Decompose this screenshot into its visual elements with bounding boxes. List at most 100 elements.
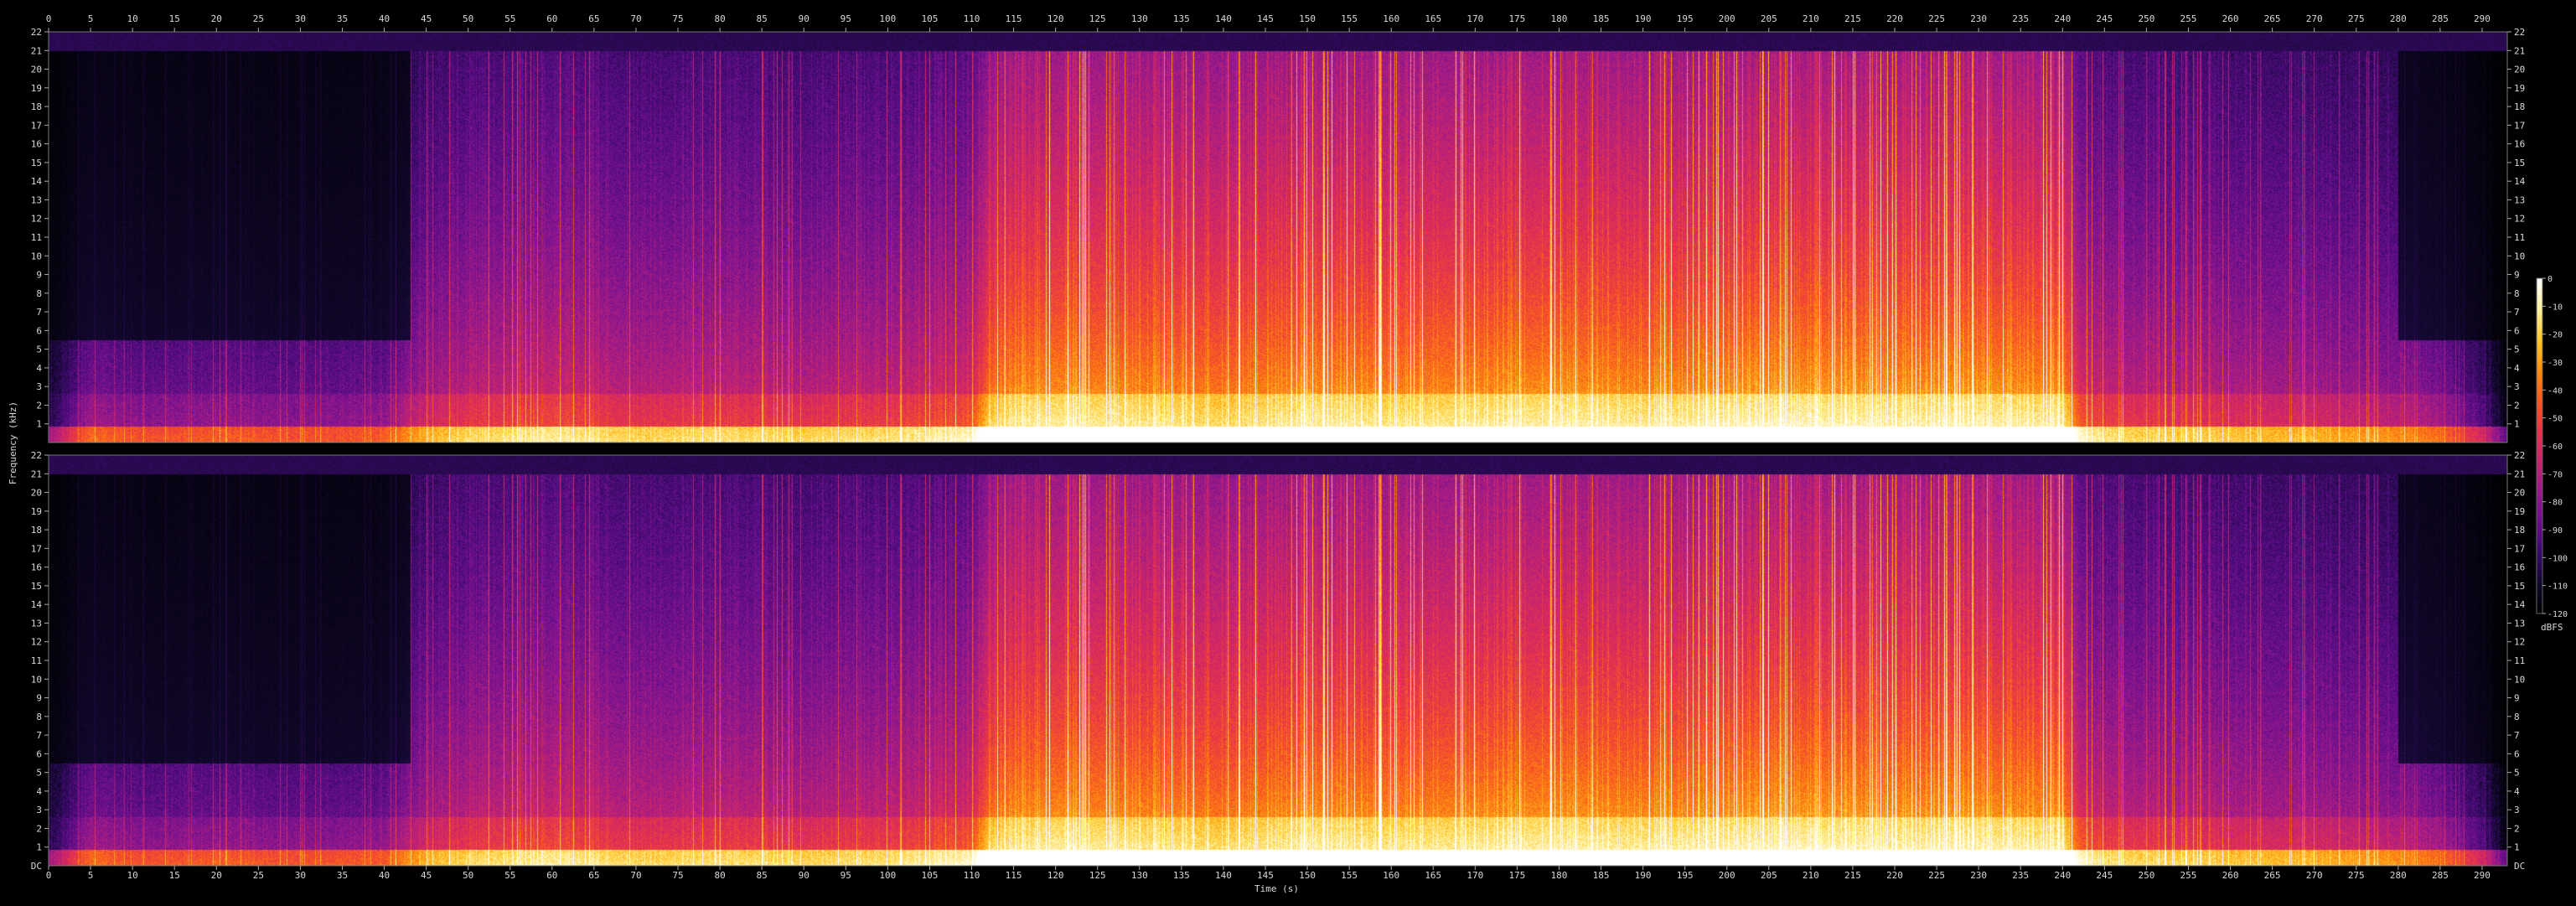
y-tick-label-left: 2	[36, 400, 42, 411]
y-tick-label-right: 19	[2514, 83, 2525, 94]
x-tick-label-bottom: 5	[88, 870, 94, 881]
y-tick-label-left: 12	[31, 637, 42, 648]
x-tick-label-top: 180	[1551, 13, 1568, 24]
x-tick-label-top: 65	[588, 13, 599, 24]
x-tick-label-top: 45	[421, 13, 432, 24]
y-tick-label-right: 11	[2514, 655, 2525, 666]
x-tick-label-top: 280	[2390, 13, 2407, 24]
x-tick-label-bottom: 50	[463, 870, 473, 881]
y-tick-label-right: 10	[2514, 251, 2525, 261]
y-tick-label-right: 6	[2514, 325, 2520, 336]
x-tick-label-top: 275	[2348, 13, 2365, 24]
x-tick-label-bottom: 200	[1719, 870, 1735, 881]
x-tick-label-bottom: 165	[1425, 870, 1441, 881]
x-tick-label-top: 60	[546, 13, 557, 24]
x-tick-label-bottom: 125	[1089, 870, 1106, 881]
y-tick-label-right: 14	[2514, 176, 2526, 187]
x-tick-label-bottom: 190	[1635, 870, 1652, 881]
x-tick-label-top: 195	[1677, 13, 1694, 24]
colorbar-tick-label: -30	[2548, 359, 2563, 368]
x-tick-label-bottom: 245	[2096, 870, 2113, 881]
x-tick-label-top: 285	[2432, 13, 2449, 24]
x-tick-label-top: 20	[211, 13, 222, 24]
spectrogram-axes: 0055101015152020252530303535404045455050…	[31, 13, 2568, 881]
x-tick-label-bottom: 210	[1803, 870, 1819, 881]
x-tick-label-bottom: 220	[1886, 870, 1903, 881]
x-tick-label-bottom: 135	[1173, 870, 1190, 881]
x-tick-label-top: 170	[1466, 13, 1483, 24]
y-tick-label-right: 8	[2514, 288, 2520, 299]
x-tick-label-bottom: 20	[211, 870, 222, 881]
y-tick-label-left: 16	[31, 562, 42, 573]
y-tick-label-left: 11	[31, 655, 42, 666]
y-tick-label-right: 18	[2514, 101, 2525, 112]
colorbar-tick-label: -10	[2548, 303, 2563, 312]
y-tick-label-right: 1	[2514, 842, 2520, 853]
x-tick-label-top: 25	[253, 13, 264, 24]
y-tick-label-left: 7	[36, 730, 42, 741]
x-tick-label-top: 245	[2096, 13, 2113, 24]
x-tick-label-top: 85	[757, 13, 768, 24]
y-tick-label-left: 4	[36, 786, 42, 797]
x-tick-label-bottom: 235	[2012, 870, 2029, 881]
y-tick-label-right: 19	[2514, 506, 2525, 517]
y-tick-label-right: 2	[2514, 400, 2520, 411]
y-tick-label-left: 21	[31, 45, 42, 56]
y-tick-label-left: 4	[36, 363, 42, 374]
x-tick-label-top: 30	[295, 13, 306, 24]
y-tick-label-left: 5	[36, 344, 42, 355]
x-tick-label-bottom: 255	[2180, 870, 2197, 881]
x-tick-label-bottom: 185	[1593, 870, 1610, 881]
y-tick-label-right: 16	[2514, 139, 2525, 150]
x-tick-label-bottom: 250	[2138, 870, 2154, 881]
x-tick-label-bottom: 230	[1970, 870, 1987, 881]
y-tick-label-right: 18	[2514, 525, 2525, 536]
x-tick-label-bottom: 240	[2054, 870, 2071, 881]
x-tick-label-bottom: 150	[1299, 870, 1316, 881]
y-tick-label-left: 20	[31, 65, 42, 75]
y-tick-label-right: 9	[2514, 270, 2520, 281]
x-tick-label-top: 240	[2054, 13, 2071, 24]
x-tick-label-bottom: 25	[253, 870, 264, 881]
x-tick-label-bottom: 15	[169, 870, 180, 881]
x-tick-label-bottom: 130	[1131, 870, 1148, 881]
x-tick-label-bottom: 120	[1047, 870, 1064, 881]
y-tick-label-left: 21	[31, 469, 42, 479]
y-tick-label-left: 10	[31, 251, 42, 261]
x-tick-label-top: 225	[1928, 13, 1945, 24]
y-tick-label-right: 3	[2514, 805, 2520, 815]
x-tick-label-bottom: 95	[841, 870, 851, 881]
x-tick-label-bottom: 45	[421, 870, 432, 881]
x-tick-label-top: 185	[1593, 13, 1610, 24]
colorbar-tick-label: -70	[2548, 470, 2563, 479]
y-tick-label-left: 14	[31, 599, 43, 610]
y-tick-label-left: 11	[31, 232, 42, 243]
x-tick-label-bottom: 160	[1383, 870, 1399, 881]
x-tick-label-top: 115	[1006, 13, 1022, 24]
x-tick-label-top: 15	[169, 13, 180, 24]
x-tick-label-bottom: 205	[1761, 870, 1777, 881]
x-tick-label-top: 95	[841, 13, 851, 24]
x-tick-label-top: 145	[1257, 13, 1274, 24]
x-tick-label-bottom: 170	[1466, 870, 1483, 881]
x-tick-label-bottom: 0	[46, 870, 52, 881]
x-tick-label-bottom: 155	[1341, 870, 1358, 881]
y-axis-title: Frequency (kHz)	[8, 401, 19, 485]
x-tick-label-top: 90	[799, 13, 810, 24]
y-tick-label-left: 6	[36, 325, 42, 336]
colorbar-tick-label: -60	[2548, 443, 2563, 452]
x-tick-label-bottom: 180	[1551, 870, 1568, 881]
y-tick-label-left: 1	[36, 419, 42, 430]
y-tick-label-left: 9	[36, 270, 42, 281]
x-tick-label-top: 140	[1215, 13, 1232, 24]
x-tick-label-top: 215	[1844, 13, 1861, 24]
y-tick-label-left: 12	[31, 214, 42, 225]
x-tick-label-bottom: 80	[714, 870, 725, 881]
y-tick-label-right: 6	[2514, 748, 2520, 759]
x-tick-label-top: 0	[46, 13, 52, 24]
x-tick-label-top: 220	[1886, 13, 1903, 24]
y-tick-label-right: 21	[2514, 45, 2525, 56]
x-tick-label-top: 250	[2138, 13, 2154, 24]
colorbar-title: dBFS	[2541, 622, 2563, 633]
y-tick-label-right: 1	[2514, 419, 2520, 430]
